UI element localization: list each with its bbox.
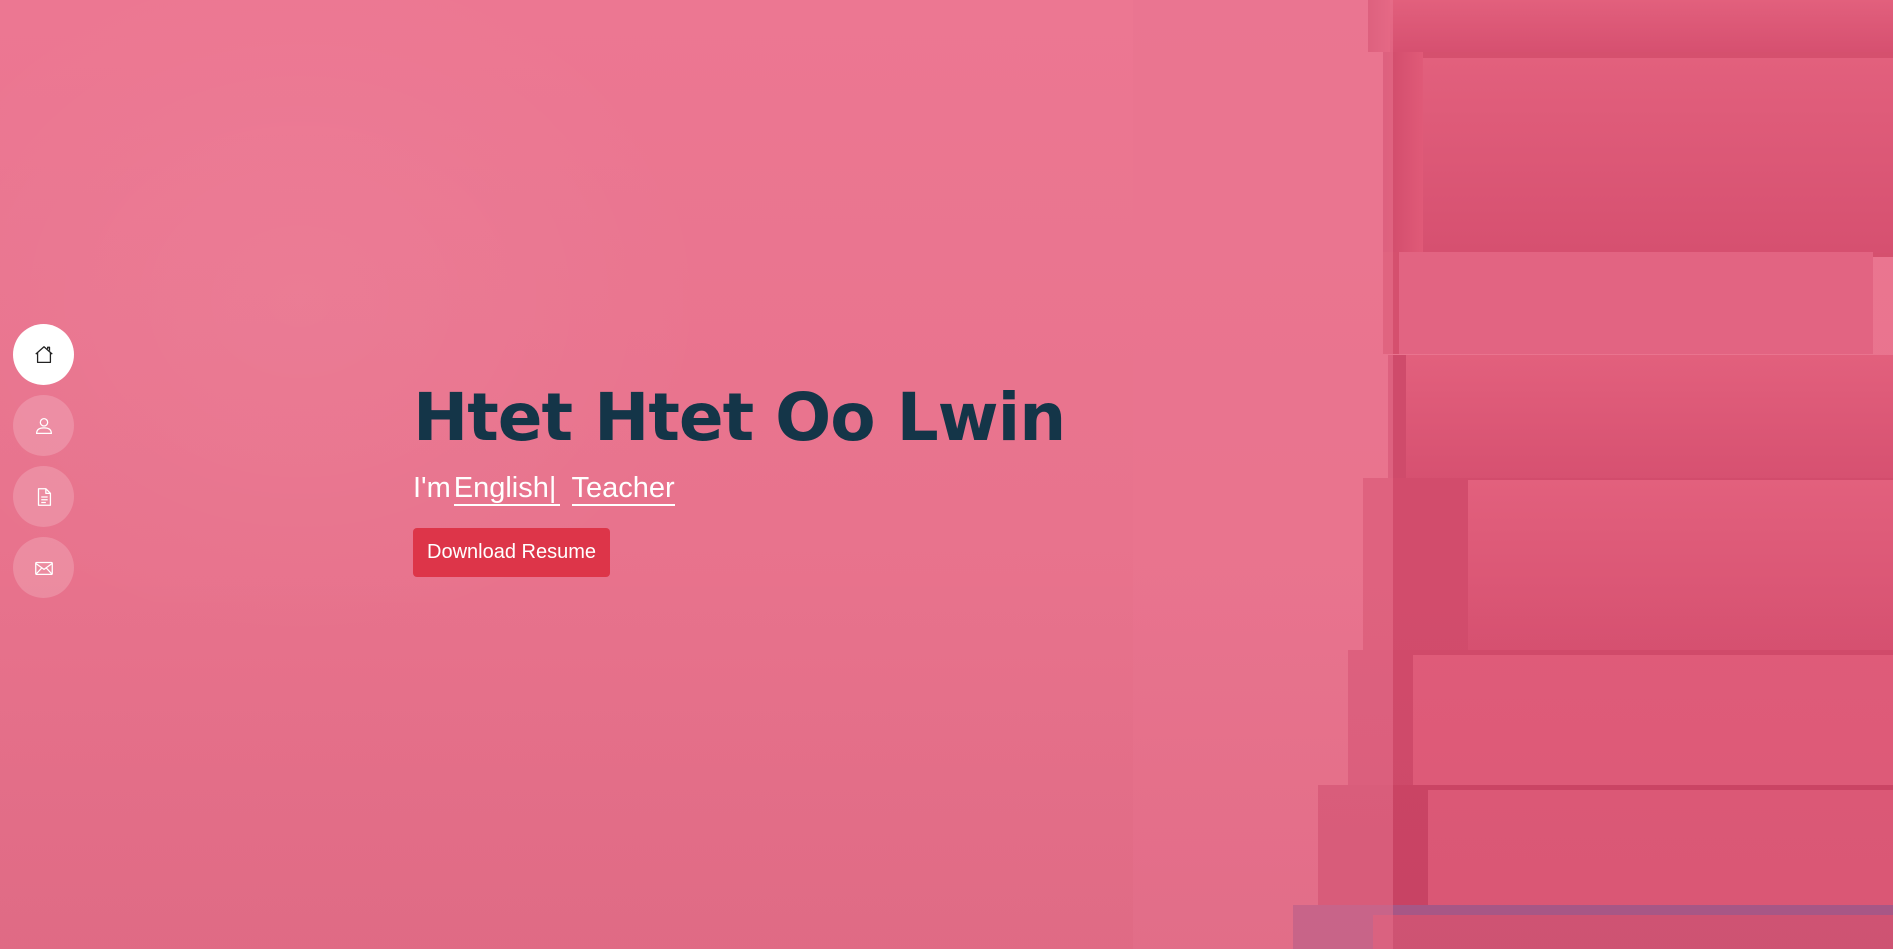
- document-icon: [37, 487, 51, 506]
- nav-home-button[interactable]: [13, 324, 74, 385]
- typed-word-teacher: Teacher: [571, 472, 675, 506]
- subtitle-prefix: I'm: [413, 472, 451, 504]
- side-navigation: [13, 324, 74, 598]
- typed-cursor: |: [548, 472, 557, 504]
- nav-contact-button[interactable]: [13, 537, 74, 598]
- nav-resume-button[interactable]: [13, 466, 74, 527]
- nav-about-button[interactable]: [13, 395, 74, 456]
- typed-word-english-text: English: [453, 472, 549, 504]
- envelope-icon: [34, 561, 53, 575]
- typed-word-english: English|: [453, 472, 561, 506]
- hero-subtitle: I'm English| Teacher: [413, 468, 1065, 508]
- hero-section: Htet Htet Oo Lwin I'm English| Teacher Do…: [413, 378, 1066, 577]
- hero-name: Htet Htet Oo Lwin: [413, 379, 1066, 456]
- books-stack-image: [1133, 0, 1893, 949]
- person-icon: [35, 417, 52, 434]
- download-resume-button[interactable]: Download Resume: [413, 528, 610, 577]
- home-icon: [34, 345, 53, 363]
